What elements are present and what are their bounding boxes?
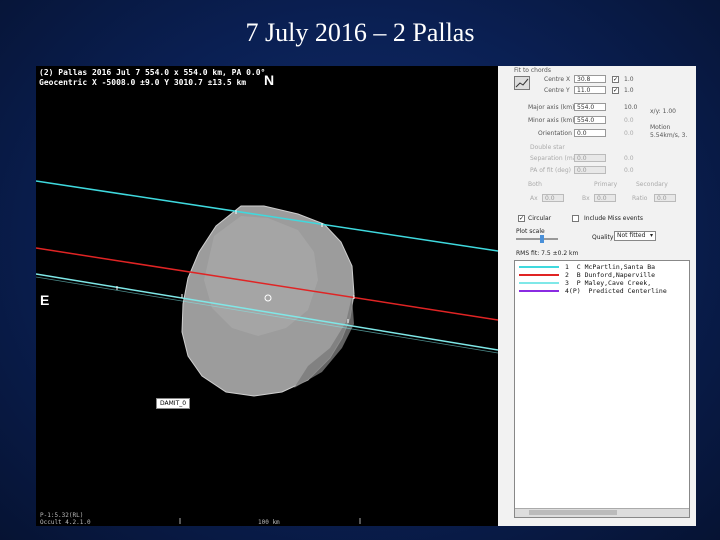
legend-scroll-thumb[interactable] <box>529 510 617 515</box>
plot-scale-knob[interactable] <box>540 235 544 243</box>
plot-header-line1: (2) Pallas 2016 Jul 7 554.0 x 554.0 km, … <box>39 68 266 77</box>
north-label: N <box>264 72 275 88</box>
legend-row[interactable]: 3 P Maley,Cave Creek, <box>515 279 689 287</box>
legend-swatch <box>519 290 559 292</box>
quality-label: Quality <box>592 234 614 241</box>
bx-label: Bx <box>582 195 590 202</box>
major-axis-label: Major axis (km) <box>528 104 575 111</box>
radio-both[interactable]: Both <box>528 181 542 188</box>
footer-scale: 100 km <box>258 519 280 526</box>
centre-x-step: 1.0 <box>624 76 634 83</box>
ratio-label: Ratio <box>632 195 648 202</box>
plot-scale-label: Plot scale <box>516 228 545 235</box>
major-axis-step: 10.0 <box>624 104 638 111</box>
circular-label: Circular <box>528 215 552 222</box>
include-miss-checkbox[interactable] <box>572 215 579 222</box>
legend-row[interactable]: 1 C McPartlin,Santa Ba <box>515 263 689 271</box>
legend-row[interactable]: 2 B Dunford,Naperville <box>515 271 689 279</box>
bx-field[interactable]: 0.0 <box>594 194 616 202</box>
east-label: E <box>40 292 50 308</box>
slide-title: 7 July 2016 – 2 Pallas <box>245 18 475 47</box>
legend-text: 3 P Maley,Cave Creek, <box>565 279 652 287</box>
fit-graph-button[interactable] <box>514 76 530 90</box>
minor-axis-field[interactable]: 554.0 <box>574 116 606 124</box>
double-star-label: Double star <box>530 144 565 151</box>
plot-scale-slider[interactable] <box>516 235 558 243</box>
minor-axis-step: 0.0 <box>624 117 634 124</box>
pa-fit-step: 0.0 <box>624 167 634 174</box>
footer-left1: P-1:5.32(RL) <box>40 512 84 519</box>
legend-text: 2 B Dunford,Naperville <box>565 271 656 279</box>
ax-label: Ax <box>530 195 538 202</box>
include-miss-label: Include Miss events <box>584 215 643 222</box>
chevron-down-icon: ▾ <box>649 232 653 239</box>
pa-fit-field[interactable]: 0.0 <box>574 166 606 174</box>
radio-secondary[interactable]: Secondary <box>636 181 668 188</box>
centre-y-field[interactable]: 11.0 <box>574 86 606 94</box>
centre-x-field[interactable]: 30.8 <box>574 75 606 83</box>
legend-scrollbar[interactable] <box>515 508 689 517</box>
section-fit-label: Fit to chords <box>514 67 551 74</box>
motion-label: Motion <box>650 124 671 131</box>
ratio-field[interactable]: 0.0 <box>654 194 676 202</box>
centre-x-checkbox[interactable]: ✓ <box>612 76 619 83</box>
major-axis-field[interactable]: 554.0 <box>574 103 606 111</box>
legend-swatch <box>519 266 559 268</box>
chord-legend[interactable]: 1 C McPartlin,Santa Ba 2 B Dunford,Naper… <box>514 260 690 518</box>
footer-left2: Occult 4.2.1.0 <box>40 519 91 526</box>
centre-x-label: Centre X <box>544 76 571 83</box>
centre-y-step: 1.0 <box>624 87 634 94</box>
quality-value: Not fitted <box>617 232 646 239</box>
legend-text: 4(P) Predicted Centerline <box>565 287 667 295</box>
separation-step: 0.0 <box>624 155 634 162</box>
rms-label: RMS fit: 7.5 ±0.2 km <box>516 250 579 257</box>
plot-header-line2: Geocentric X -5008.0 ±9.0 Y 3010.7 ±13.5… <box>39 78 247 87</box>
scale-label: x/y: 1.00 <box>650 108 676 115</box>
orientation-step: 0.0 <box>624 130 634 137</box>
centre-y-checkbox[interactable]: ✓ <box>612 87 619 94</box>
fit-graph-icon <box>515 78 529 88</box>
ax-field[interactable]: 0.0 <box>542 194 564 202</box>
minor-axis-label: Minor axis (km) <box>528 117 575 124</box>
plot-canvas <box>36 180 498 524</box>
centre-y-label: Centre Y <box>544 87 570 94</box>
legend-text: 1 C McPartlin,Santa Ba <box>565 263 656 271</box>
fit-control-panel: Fit to chords Centre X 30.8 ✓ 1.0 Centre… <box>498 66 696 526</box>
occultation-plot[interactable]: (2) Pallas 2016 Jul 7 554.0 x 554.0 km, … <box>36 66 498 526</box>
pa-fit-label: PA of fit (deg) <box>530 167 571 174</box>
legend-swatch <box>519 282 559 284</box>
circular-checkbox[interactable]: ✓ <box>518 215 525 222</box>
orientation-label: Orientation <box>538 130 572 137</box>
quality-select[interactable]: Not fitted ▾ <box>614 231 656 241</box>
separation-field[interactable]: 0.0 <box>574 154 606 162</box>
model-label: DAMIT_0 <box>156 398 191 409</box>
legend-row[interactable]: 4(P) Predicted Centerline <box>515 287 689 295</box>
legend-swatch <box>519 274 559 276</box>
motion-value: 5.54km/s, 3. <box>650 132 688 139</box>
orientation-field[interactable]: 0.0 <box>574 129 606 137</box>
radio-primary[interactable]: Primary <box>594 181 617 188</box>
